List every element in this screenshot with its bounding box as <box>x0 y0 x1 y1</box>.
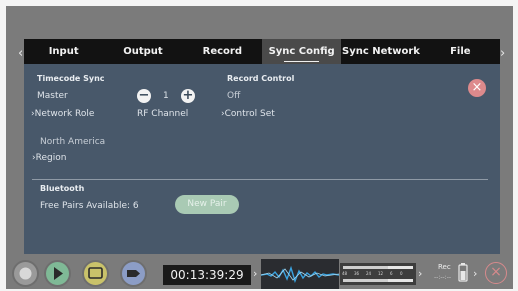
rec-status-label: Rec <box>438 263 451 271</box>
monitor-button[interactable] <box>82 260 109 287</box>
tab-file[interactable]: File <box>421 39 500 64</box>
rec-status-time: --:--:-- <box>434 274 452 281</box>
meter-tick-36: 36 <box>354 271 360 276</box>
record-control-heading: Record Control <box>227 74 295 83</box>
waveform-icon <box>261 265 339 284</box>
control-set-link[interactable]: ›Control Set <box>221 109 275 119</box>
plus-button[interactable]: + <box>181 89 195 103</box>
record-control-value: Off <box>227 91 241 101</box>
chevron-right-icon: › <box>418 267 423 280</box>
play-icon <box>54 267 63 280</box>
tab-output[interactable]: Output <box>103 39 182 64</box>
region-link[interactable]: ›Region <box>32 153 66 163</box>
play-button[interactable] <box>44 260 71 287</box>
battery-icon <box>458 263 468 282</box>
minus-button[interactable]: − <box>137 89 151 103</box>
rf-channel-value: 1 <box>163 91 169 101</box>
region-value: North America <box>40 137 106 147</box>
control-set-label: Control Set <box>224 109 275 119</box>
monitor-icon <box>88 267 103 279</box>
rf-channel-label: RF Channel <box>137 109 189 119</box>
meter-tick-12: 12 <box>378 271 384 276</box>
chevron-right-icon: › <box>253 267 258 280</box>
tab-input[interactable]: Input <box>24 39 103 64</box>
plus-icon: + <box>182 88 194 103</box>
timecode-sync-heading: Timecode Sync <box>37 74 105 83</box>
section-divider <box>32 179 488 180</box>
record-button[interactable] <box>12 260 39 287</box>
meter-tick-48: 48 <box>342 271 348 276</box>
timecode-display[interactable]: 00:13:39:29 <box>163 265 251 285</box>
audio-waveform[interactable] <box>261 259 339 289</box>
audio-meter: 48 36 24 12 6 0 <box>340 263 416 285</box>
timecode-sync-value: Master <box>37 91 68 101</box>
meter-tick-6: 6 <box>390 271 393 276</box>
bottom-control-bar: 00:13:39:29 › 48 36 24 12 6 0 › Rec --:-… <box>6 258 513 289</box>
tag-button[interactable] <box>120 260 147 287</box>
meter-tick-0: 0 <box>400 271 403 276</box>
tab-bar: Input Output Record Sync Config Sync Net… <box>24 39 500 64</box>
network-role-label: Network Role <box>34 109 95 119</box>
tab-sync-config[interactable]: Sync Config <box>261 39 342 64</box>
free-pairs-text: Free Pairs Available: 6 <box>40 201 139 211</box>
close-icon: × <box>490 264 502 280</box>
minus-icon: − <box>138 88 150 103</box>
tab-scroll-left-icon[interactable]: ‹ <box>18 47 23 61</box>
tab-record[interactable]: Record <box>183 39 262 64</box>
meter-tick-24: 24 <box>366 271 372 276</box>
timecode-value: 00:13:39:29 <box>170 268 244 282</box>
tab-scroll-right-icon[interactable]: › <box>500 47 505 61</box>
sync-config-panel: Timecode Sync Master ›Network Role − 1 +… <box>24 64 500 254</box>
region-label: Region <box>35 153 67 163</box>
bluetooth-heading: Bluetooth <box>40 184 85 193</box>
network-role-link[interactable]: ›Network Role <box>31 109 94 119</box>
close-icon: × <box>471 80 483 95</box>
tab-sync-network[interactable]: Sync Network <box>341 39 420 64</box>
new-pair-button[interactable]: New Pair <box>175 195 239 214</box>
close-button[interactable]: × <box>468 79 486 97</box>
power-close-button[interactable]: × <box>485 262 507 284</box>
tag-icon <box>127 270 140 277</box>
chevron-right-icon: › <box>473 267 478 280</box>
record-dot-icon <box>19 267 32 280</box>
